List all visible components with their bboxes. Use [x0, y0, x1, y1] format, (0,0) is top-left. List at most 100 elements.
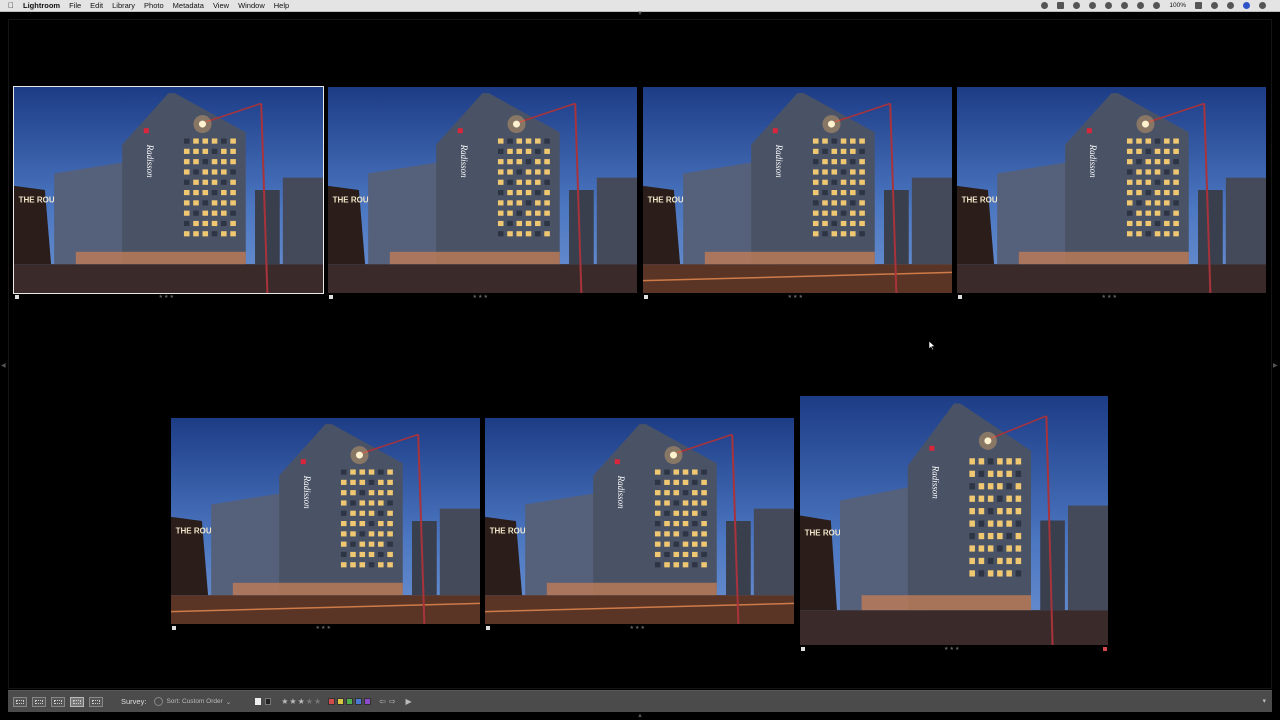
reject-flag-icon[interactable]	[265, 698, 272, 705]
survey-photo-7[interactable]: THE ROUND Radisson	[800, 396, 1108, 645]
photo-rating-stars[interactable]: ★★★	[1102, 294, 1118, 300]
window	[654, 521, 661, 527]
window	[497, 231, 504, 237]
window	[350, 521, 356, 527]
survey-photo-2[interactable]: THE ROUND Radisson	[328, 87, 637, 293]
window	[1164, 220, 1170, 227]
photo-rating-stars[interactable]: ★★★	[473, 294, 489, 300]
window	[340, 500, 347, 506]
color-label-swatch-2[interactable]	[337, 698, 345, 705]
right-tower	[726, 521, 751, 596]
window	[812, 200, 819, 206]
grid-view-button[interactable]	[13, 696, 27, 707]
window	[230, 138, 236, 144]
menu-metadata[interactable]: Metadata	[173, 0, 204, 11]
photo-pick-flag-icon[interactable]	[329, 295, 333, 299]
bluetooth-icon[interactable]	[1121, 2, 1129, 9]
photo-pick-flag-icon[interactable]	[172, 626, 176, 630]
star-icon[interactable]: ★	[314, 697, 322, 706]
people-view-button[interactable]	[89, 696, 103, 707]
window	[507, 138, 513, 144]
hotel-sign: Radisson	[930, 465, 940, 500]
previous-photo-icon[interactable]: ⇦	[379, 697, 386, 706]
photo-pick-flag-icon[interactable]	[15, 295, 19, 299]
volume-icon[interactable]	[1153, 2, 1161, 9]
hotel-tower	[1065, 93, 1189, 265]
window	[1015, 458, 1022, 465]
color-label-swatch-3[interactable]	[346, 698, 354, 705]
star-icon[interactable]: ★	[306, 697, 314, 706]
photo-rating-stars[interactable]: ★★★	[630, 625, 646, 631]
survey-photo-1[interactable]: THE ROUND Radisson	[13, 86, 324, 294]
slideshow-play-icon[interactable]: ▶	[406, 697, 412, 706]
window	[525, 231, 532, 237]
window	[831, 179, 838, 185]
battery-icon[interactable]	[1195, 2, 1202, 9]
window	[387, 531, 393, 537]
pick-flag-icon[interactable]	[255, 698, 262, 705]
toolbar-options-icon[interactable]: ▾	[1262, 697, 1266, 705]
left-panel-toggle-icon[interactable]: ◀	[1, 362, 6, 369]
star-icon[interactable]: ★	[298, 697, 306, 706]
top-panel-toggle-icon[interactable]: ▼	[637, 11, 643, 17]
menu-view[interactable]: View	[213, 0, 229, 11]
notification-center-icon[interactable]	[1259, 2, 1266, 9]
right-panel-toggle-icon[interactable]: ▶	[1273, 362, 1278, 369]
status-icon[interactable]	[1041, 2, 1049, 9]
photo-pick-flag-icon[interactable]	[958, 295, 962, 299]
window	[221, 200, 227, 206]
photo-pick-flag-icon[interactable]	[486, 626, 490, 630]
menu-file[interactable]: File	[69, 0, 81, 11]
sort-control[interactable]: Sort: Custom Order ⌄	[154, 697, 231, 706]
survey-photo-3[interactable]: THE ROUND Radisson	[643, 87, 952, 293]
next-photo-icon[interactable]: ⇨	[389, 697, 396, 706]
photo-pick-flag-icon[interactable]	[644, 295, 648, 299]
photo-rating-stars[interactable]: ★★★	[944, 646, 960, 652]
menu-edit[interactable]: Edit	[90, 0, 103, 11]
sync-icon[interactable]	[1073, 2, 1081, 9]
window	[1145, 169, 1152, 175]
photo-remove-icon[interactable]	[1103, 647, 1107, 651]
menu-app-name[interactable]: Lightroom	[23, 0, 60, 11]
sort-label[interactable]: Sort: Custom Order	[166, 698, 222, 705]
window	[230, 190, 236, 196]
menu-help[interactable]: Help	[274, 0, 289, 11]
bottom-panel-toggle-icon[interactable]: ▲	[637, 713, 643, 719]
creative-cloud-icon[interactable]	[1089, 2, 1097, 9]
spotlight-icon[interactable]	[1227, 2, 1234, 9]
star-rating[interactable]: ★★★★★	[281, 697, 322, 706]
apple-menu-icon[interactable]: 	[8, 0, 14, 11]
dropbox-icon[interactable]	[1057, 2, 1065, 9]
far-right-tower	[282, 177, 323, 265]
time-machine-icon[interactable]	[1105, 2, 1113, 9]
window	[1154, 210, 1161, 216]
color-label-swatch-1[interactable]	[328, 698, 336, 705]
survey-photo-4[interactable]: THE ROUND Radisson	[957, 87, 1266, 293]
siri-icon[interactable]	[1243, 2, 1250, 9]
color-label-swatch-5[interactable]	[364, 698, 372, 705]
star-icon[interactable]: ★	[289, 697, 297, 706]
photo-rating-stars[interactable]: ★★★	[316, 625, 332, 631]
survey-photo-5[interactable]: THE ROUND Radisson	[171, 418, 480, 624]
window	[1173, 210, 1179, 216]
menu-library[interactable]: Library	[112, 0, 135, 11]
sort-direction-icon[interactable]	[154, 697, 164, 706]
color-label-swatch-4[interactable]	[355, 698, 363, 705]
menu-window[interactable]: Window	[238, 0, 265, 11]
battery-percent[interactable]: 100%	[1169, 0, 1186, 11]
survey-view-button[interactable]	[70, 696, 84, 707]
survey-photo-6[interactable]: THE ROUND Radisson	[485, 418, 794, 624]
window	[654, 500, 661, 506]
photo-rating-stars[interactable]: ★★★	[788, 294, 804, 300]
menu-photo[interactable]: Photo	[144, 0, 164, 11]
window	[516, 138, 523, 144]
photo-rating-stars[interactable]: ★★★	[159, 294, 175, 300]
compare-view-button[interactable]	[51, 696, 65, 707]
window	[221, 159, 227, 165]
photo-pick-flag-icon[interactable]	[801, 647, 805, 651]
wifi-icon[interactable]	[1137, 2, 1145, 9]
window	[387, 541, 393, 547]
window	[221, 179, 227, 185]
loupe-view-button[interactable]	[32, 696, 46, 707]
clock-icon[interactable]	[1211, 2, 1218, 9]
